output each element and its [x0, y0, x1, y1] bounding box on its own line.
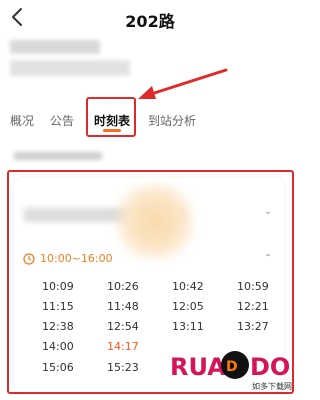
svg-text:DO: DO	[250, 353, 290, 381]
svg-text:RUA: RUA	[170, 353, 226, 381]
svg-text:D: D	[226, 359, 238, 375]
watermark-logo: RUA D DO 如多下载网	[170, 351, 292, 391]
svg-text:如多下载网: 如多下载网	[252, 381, 292, 391]
